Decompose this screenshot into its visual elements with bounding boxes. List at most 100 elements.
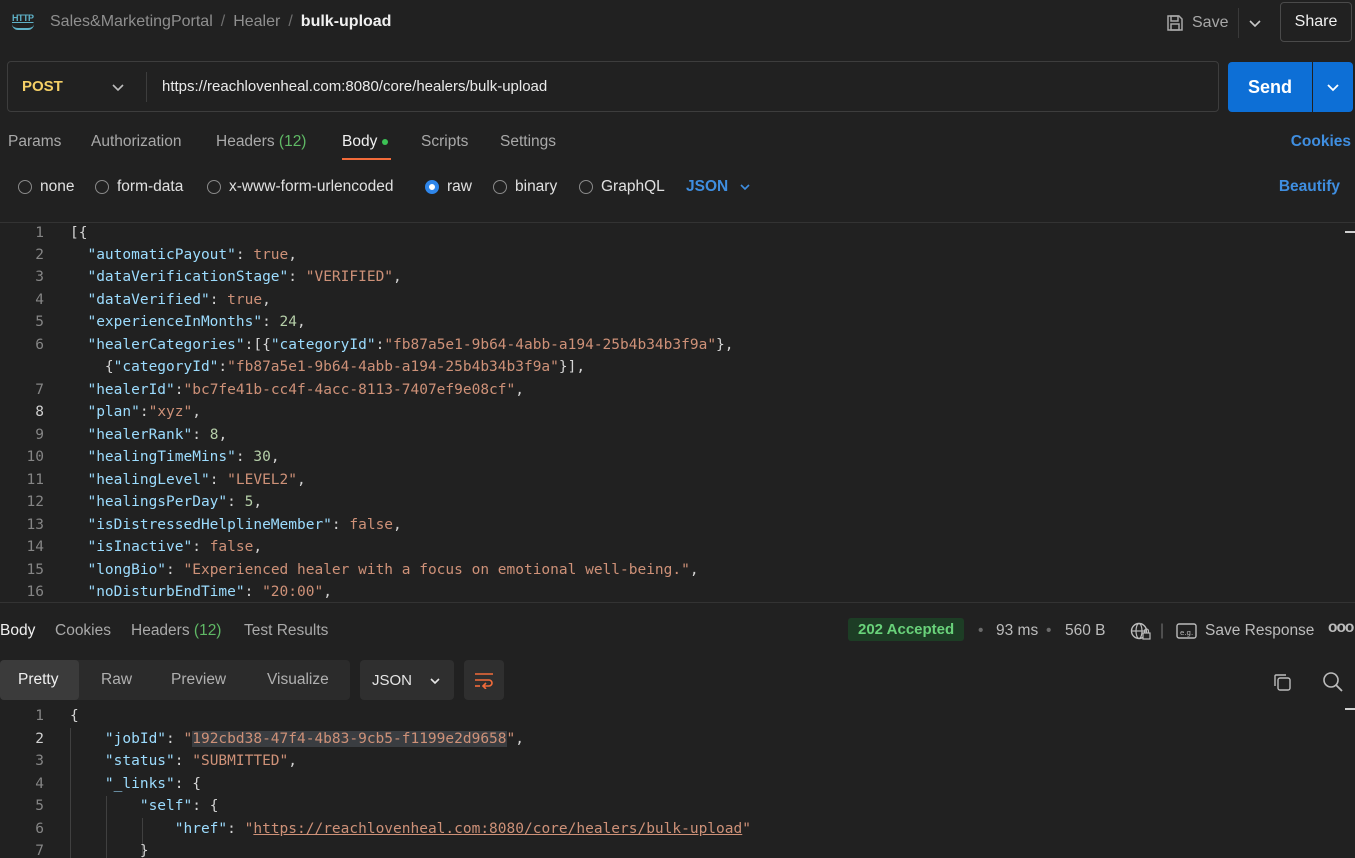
- tab-headers-label: Headers: [216, 133, 275, 150]
- radio-label: raw: [447, 178, 472, 195]
- radio-binary[interactable]: binary: [493, 178, 557, 196]
- code-line: "healerRank": 8,: [87, 427, 228, 443]
- format-pretty[interactable]: Pretty: [18, 671, 58, 689]
- code-line: "self": {: [139, 798, 219, 814]
- code-line: "experienceInMonths": 24,: [87, 314, 306, 330]
- meta-separator: •: [978, 622, 984, 639]
- method-select[interactable]: POST: [22, 78, 63, 95]
- copy-icon[interactable]: [1272, 672, 1292, 692]
- share-button[interactable]: Share: [1280, 2, 1352, 42]
- url-input[interactable]: https://reachlovenheal.com:8080/core/hea…: [162, 78, 547, 95]
- save-divider: [1238, 8, 1239, 38]
- request-body-editor[interactable]: 1 [{ 2 "automaticPayout": true, 3 "dataVe…: [0, 222, 1355, 602]
- code-line: "dataVerificationStage": "VERIFIED",: [87, 269, 402, 285]
- code-line: "plan":"xyz",: [87, 404, 201, 420]
- selected-job-id[interactable]: 192cbd38-47f4-4b83-9cb5-f1199e2d9658: [192, 731, 507, 747]
- line-number: 15: [26, 562, 44, 578]
- send-button[interactable]: Send: [1228, 62, 1312, 112]
- line-number: 3: [35, 753, 44, 769]
- response-tab-body[interactable]: Body: [0, 622, 35, 640]
- response-time[interactable]: 93 ms: [996, 622, 1038, 640]
- more-options-icon[interactable]: ooo: [1328, 619, 1354, 637]
- tab-settings[interactable]: Settings: [500, 133, 556, 151]
- radio-graphql[interactable]: GraphQL: [579, 178, 665, 196]
- save-options-chevron-down-icon[interactable]: [1246, 14, 1264, 32]
- tab-body-label: Body: [342, 133, 378, 150]
- save-label: Save: [1192, 14, 1229, 31]
- body-language-label: JSON: [686, 178, 729, 195]
- body-type-options: none form-data x-www-form-urlencoded raw…: [0, 176, 1355, 200]
- response-size[interactable]: 560 B: [1065, 622, 1106, 640]
- breadcrumb-collection[interactable]: Sales&MarketingPortal: [50, 13, 213, 30]
- search-icon[interactable]: [1322, 671, 1344, 693]
- response-language-select[interactable]: JSON: [360, 660, 454, 700]
- response-language-label: JSON: [372, 671, 413, 689]
- response-tab-test-results[interactable]: Test Results: [244, 622, 328, 640]
- href-link[interactable]: https://reachlovenheal.com:8080/core/hea…: [253, 821, 742, 837]
- radio-label: x-www-form-urlencoded: [229, 178, 394, 195]
- response-body-viewer[interactable]: 1 { 2 "jobId": "192cbd38-47f4-4b83-9cb5-f…: [0, 706, 1355, 858]
- code-line: "healingTimeMins": 30,: [87, 449, 280, 465]
- tab-headers[interactable]: Headers (12): [216, 133, 306, 151]
- radio-circle: [18, 180, 32, 194]
- code-line: "healerCategories":[{"categoryId":"fb87a…: [87, 337, 734, 353]
- format-raw[interactable]: Raw: [101, 671, 132, 689]
- network-globe-icon[interactable]: [1130, 621, 1152, 641]
- tab-authorization[interactable]: Authorization: [91, 133, 181, 151]
- response-tabs: Body Cookies Headers (12) Test Results 2…: [0, 618, 1355, 644]
- code-line: }: [139, 843, 149, 858]
- wrap-lines-button[interactable]: [464, 660, 504, 700]
- radio-label: binary: [515, 178, 558, 195]
- radio-raw[interactable]: raw: [425, 178, 472, 196]
- response-scroll-indicator[interactable]: [1345, 708, 1355, 710]
- body-language-select[interactable]: JSON: [686, 178, 752, 196]
- editor-scroll-indicator[interactable]: [1345, 231, 1355, 233]
- code-line: [{: [70, 225, 88, 241]
- line-number: 12: [26, 494, 44, 510]
- radio-none[interactable]: none: [18, 178, 74, 196]
- line-number: 13: [26, 517, 44, 533]
- code-line: {"categoryId":"fb87a5e1-9b64-4abb-a194-2…: [70, 359, 586, 375]
- code-line: "jobId": "192cbd38-47f4-4b83-9cb5-f1199e…: [104, 731, 524, 747]
- radio-circle: [493, 180, 507, 194]
- line-number: 16: [26, 584, 44, 600]
- radio-circle: [207, 180, 221, 194]
- radio-circle: [95, 180, 109, 194]
- line-number: 11: [26, 472, 44, 488]
- send-options-button[interactable]: [1313, 62, 1353, 112]
- tab-scripts[interactable]: Scripts: [421, 133, 468, 151]
- response-tab-cookies[interactable]: Cookies: [55, 622, 111, 640]
- tab-params[interactable]: Params: [8, 133, 61, 151]
- line-number: 6: [35, 821, 44, 837]
- line-number: 1: [35, 708, 44, 724]
- breadcrumb-folder[interactable]: Healer: [233, 13, 280, 30]
- code-line: "healerId":"bc7fe41b-cc4f-4acc-8113-7407…: [87, 382, 524, 398]
- code-line: "healingsPerDay": 5,: [87, 494, 263, 510]
- radio-x-www-form-urlencoded[interactable]: x-www-form-urlencoded: [207, 178, 394, 196]
- response-toolbar: Pretty Raw Preview Visualize JSON: [0, 660, 1355, 702]
- radio-form-data[interactable]: form-data: [95, 178, 183, 196]
- line-number: 6: [35, 337, 44, 353]
- request-name[interactable]: bulk-upload: [301, 13, 392, 30]
- tab-body[interactable]: Body: [342, 133, 389, 151]
- save-response-icon: e.g.: [1176, 623, 1197, 639]
- code-line: "healingLevel": "LEVEL2",: [87, 472, 306, 488]
- radio-circle-selected: [425, 180, 439, 194]
- status-badge[interactable]: 202 Accepted: [848, 618, 965, 641]
- cookies-link[interactable]: Cookies: [1291, 133, 1351, 151]
- radio-label: form-data: [117, 178, 184, 195]
- code-line: "noDisturbEndTime": "20:00",: [87, 584, 332, 600]
- save-response-button[interactable]: Save Response: [1205, 622, 1314, 640]
- pane-resize-handle[interactable]: [0, 602, 1355, 610]
- active-tab-indicator: [342, 158, 391, 160]
- response-tab-headers[interactable]: Headers (12): [131, 622, 221, 640]
- format-preview[interactable]: Preview: [171, 671, 226, 689]
- beautify-button[interactable]: Beautify: [1279, 178, 1340, 196]
- line-number: 8: [35, 404, 44, 420]
- code-line: "longBio": "Experienced healer with a fo…: [87, 562, 699, 578]
- method-chevron-down-icon[interactable]: [110, 79, 126, 95]
- headers-count-badge: (12): [278, 133, 307, 150]
- save-button[interactable]: Save: [1166, 10, 1228, 36]
- code-line: "isInactive": false,: [87, 539, 263, 555]
- format-visualize[interactable]: Visualize: [267, 671, 329, 689]
